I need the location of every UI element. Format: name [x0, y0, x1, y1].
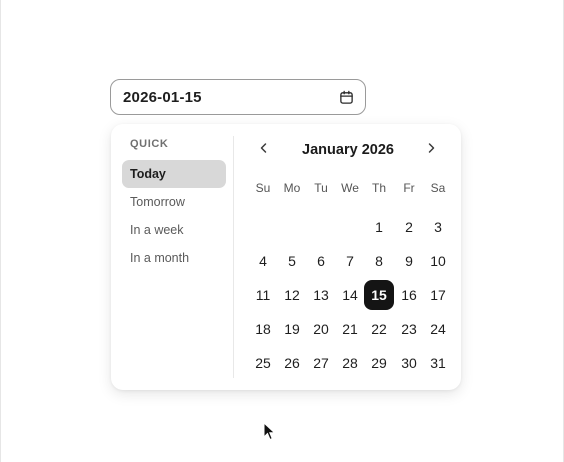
day-cell[interactable]: 29: [364, 348, 394, 378]
next-month-button[interactable]: [420, 138, 442, 162]
day-cell[interactable]: 11: [248, 280, 278, 310]
date-input-field[interactable]: 2026-01-15: [110, 79, 366, 115]
day-cell[interactable]: 10: [423, 246, 453, 276]
weekday-th: Th: [371, 181, 386, 195]
day-cell[interactable]: 30: [394, 348, 424, 378]
quick-panel: QUICK Today Tomorrow In a week In a mont…: [111, 124, 233, 390]
calendar-icon[interactable]: [338, 89, 354, 105]
day-cell[interactable]: 18: [248, 314, 278, 344]
day-cell[interactable]: 16: [394, 280, 424, 310]
day-cell[interactable]: 21: [335, 314, 365, 344]
day-cell[interactable]: 7: [335, 246, 365, 276]
weekday-tu: Tu: [314, 181, 328, 195]
weekday-we: We: [341, 181, 359, 195]
quick-item-today[interactable]: Today: [122, 160, 226, 188]
day-cell[interactable]: 19: [277, 314, 307, 344]
day-cell-selected[interactable]: 15: [364, 280, 394, 310]
weekday-sa: Sa: [430, 181, 446, 195]
day-cell[interactable]: 4: [248, 246, 278, 276]
day-cell[interactable]: 9: [394, 246, 424, 276]
chevron-left-icon: [259, 141, 269, 159]
day-cell[interactable]: 20: [306, 314, 336, 344]
day-cell[interactable]: 23: [394, 314, 424, 344]
day-cell[interactable]: 14: [335, 280, 365, 310]
weekday-fr: Fr: [403, 181, 415, 195]
weekday-mo: Mo: [283, 181, 301, 195]
day-cell[interactable]: 3: [423, 212, 453, 242]
day-cell[interactable]: 8: [364, 246, 394, 276]
day-cell[interactable]: 24: [423, 314, 453, 344]
panel-divider: [233, 136, 234, 378]
quick-item-in-a-month[interactable]: In a month: [122, 244, 226, 272]
day-cell[interactable]: 27: [306, 348, 336, 378]
day-cell[interactable]: 5: [277, 246, 307, 276]
date-picker-popover: QUICK Today Tomorrow In a week In a mont…: [111, 124, 461, 390]
calendar-header: January 2026: [241, 138, 451, 162]
quick-item-tomorrow[interactable]: Tomorrow: [122, 188, 226, 216]
mouse-cursor-icon: [263, 421, 277, 442]
chevron-right-icon: [426, 141, 436, 159]
day-cell[interactable]: 26: [277, 348, 307, 378]
day-cell[interactable]: 31: [423, 348, 453, 378]
day-cell[interactable]: 13: [306, 280, 336, 310]
day-cell[interactable]: 1: [364, 212, 394, 242]
day-cell[interactable]: 28: [335, 348, 365, 378]
weekday-su: Su: [255, 181, 271, 195]
day-cell[interactable]: 25: [248, 348, 278, 378]
previous-month-button[interactable]: [253, 138, 275, 162]
day-cell[interactable]: 17: [423, 280, 453, 310]
day-cell[interactable]: 12: [277, 280, 307, 310]
day-cell[interactable]: 2: [394, 212, 424, 242]
quick-item-in-a-week[interactable]: In a week: [122, 216, 226, 244]
quick-title: QUICK: [130, 138, 169, 150]
day-cell[interactable]: 6: [306, 246, 336, 276]
date-input-value[interactable]: 2026-01-15: [123, 89, 338, 106]
day-cell[interactable]: 22: [364, 314, 394, 344]
month-title: January 2026: [302, 142, 394, 158]
